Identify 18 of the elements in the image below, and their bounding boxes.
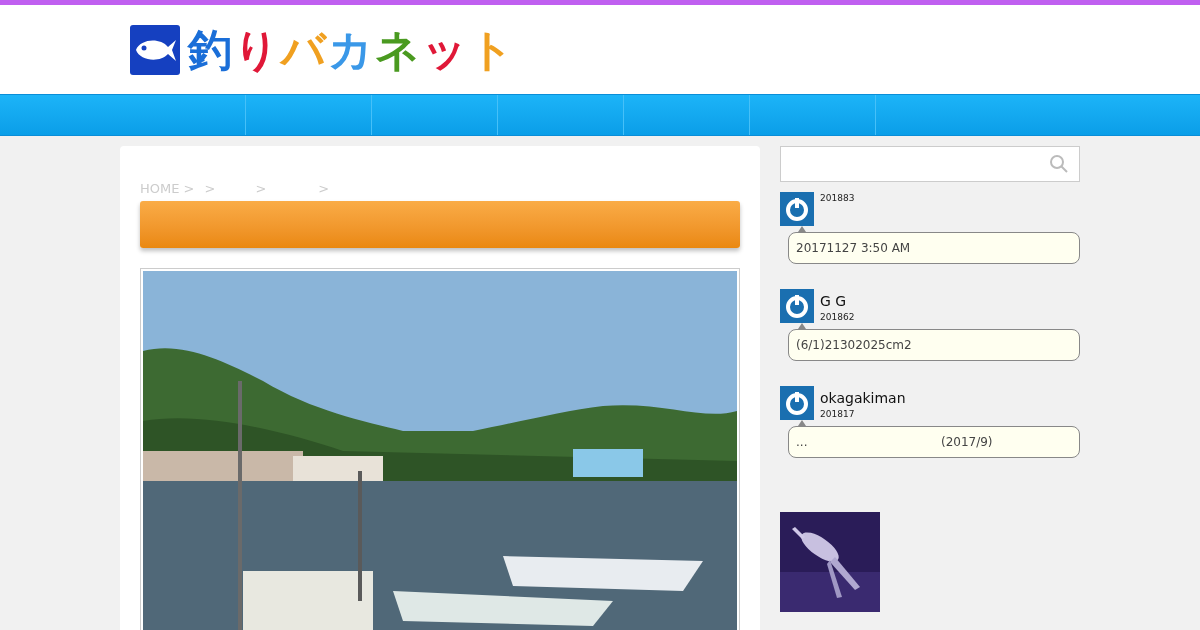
comment-bubble: 20171127 3:50 AM (788, 232, 1080, 264)
breadcrumb-separator: > (255, 180, 267, 198)
avatar-icon (780, 192, 814, 226)
comment-date: 201817 (820, 408, 856, 420)
comment-author: G G (820, 292, 848, 311)
avatar-icon (780, 386, 814, 420)
site-logo[interactable]: 釣りバカネット (188, 27, 516, 72)
comment-date: 201862 (820, 311, 855, 323)
search-icon[interactable] (1049, 154, 1069, 174)
comment-date: 201883 (820, 192, 855, 204)
breadcrumb-separator: > (204, 180, 216, 198)
comment-author: okagakiman (820, 389, 906, 408)
comment-bubble: ... (2017/9) (788, 426, 1080, 458)
comment-bubble: (6/1)21302025cm2 (788, 329, 1080, 361)
fish-logo-icon (130, 24, 180, 75)
search-field[interactable] (780, 146, 1080, 182)
avatar-icon (780, 289, 814, 323)
breadcrumb-separator: > (318, 180, 330, 198)
